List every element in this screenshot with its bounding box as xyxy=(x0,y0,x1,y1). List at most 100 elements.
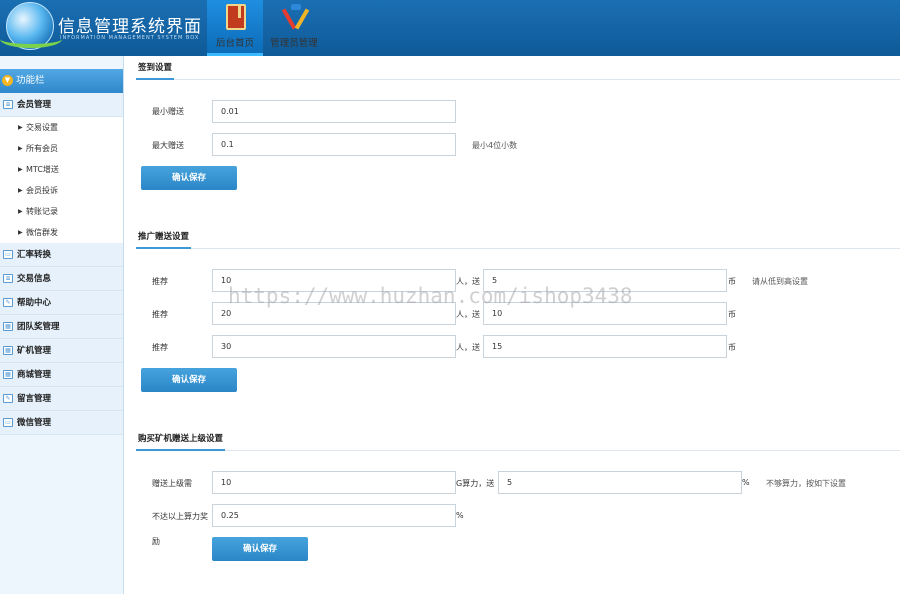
promo-coins-input-3[interactable] xyxy=(483,335,727,358)
sidebar-group-team-bonus[interactable]: ▦ 团队奖管理 xyxy=(0,315,123,339)
promo-mid-label: 人，送 xyxy=(456,310,480,319)
sidebar-group-help[interactable]: ✎ 帮助中心 xyxy=(0,291,123,315)
sidebar-item-label: 转账记录 xyxy=(26,207,58,216)
sidebar-group-exchange[interactable]: ▭ 汇率转换 xyxy=(0,243,123,267)
section-title-miner: 购买矿机赠送上级设置 xyxy=(136,427,900,451)
caret-right-icon: ▶ xyxy=(18,145,23,152)
promo-people-input-3[interactable] xyxy=(212,335,456,358)
list-icon: ≡ xyxy=(3,274,13,283)
sidebar-item-all-members[interactable]: ▶ 所有会员 xyxy=(0,138,123,159)
app-title: 信息管理系统界面 xyxy=(58,17,202,37)
miner-required-label: 赠送上级需 xyxy=(152,479,192,488)
promo-mid-label: 人，送 xyxy=(456,277,480,286)
section-title-text: 购买矿机赠送上级设置 xyxy=(136,427,226,451)
sidebar-item-label: MTC增送 xyxy=(26,165,59,174)
chat-icon: ▭ xyxy=(3,250,13,259)
miner-fallback-label-cont: 励 xyxy=(152,537,160,546)
sidebar-header-label: 功能栏 xyxy=(16,75,45,86)
miner-fallback-unit: % xyxy=(456,511,464,520)
edit-icon: ✎ xyxy=(3,298,13,307)
logo: 信息管理系统界面 INFORMATION MANAGEMENT SYSTEM B… xyxy=(0,0,205,56)
sidebar-group-members[interactable]: ≡ 会员管理 xyxy=(0,93,123,117)
top-header: 信息管理系统界面 INFORMATION MANAGEMENT SYSTEM B… xyxy=(0,0,900,56)
promo-unit-label: 币 xyxy=(728,343,736,352)
tab-home[interactable]: 后台首页 xyxy=(207,0,263,56)
promo-coins-input-1[interactable] xyxy=(483,269,727,292)
edit-icon: ✎ xyxy=(3,394,13,403)
save-sign-button[interactable]: 确认保存 xyxy=(141,166,237,190)
promo-row-label: 推荐 xyxy=(152,343,168,352)
max-gift-label: 最大赠送 xyxy=(152,141,184,150)
caret-right-icon: ▶ xyxy=(18,166,23,173)
sidebar-group-label: 汇率转换 xyxy=(17,250,52,260)
sidebar-item-transfers[interactable]: ▶ 转账记录 xyxy=(0,201,123,222)
sidebar-group-wechat[interactable]: ▭ 微信管理 xyxy=(0,411,123,435)
promo-unit-label: 币 xyxy=(728,310,736,319)
app-subtitle: INFORMATION MANAGEMENT SYSTEM BOX xyxy=(60,35,200,41)
miner-percent-input[interactable] xyxy=(498,471,742,494)
sidebar-item-complaints[interactable]: ▶ 会员投诉 xyxy=(0,180,123,201)
sidebar-group-label: 团队奖管理 xyxy=(17,322,60,332)
logo-swoosh xyxy=(0,30,62,48)
tab-admin[interactable]: 管理员管理 xyxy=(266,0,322,56)
min-gift-label: 最小赠送 xyxy=(152,107,184,116)
promo-mid-label: 人，送 xyxy=(456,343,480,352)
chat-icon: ▭ xyxy=(3,418,13,427)
sidebar: ▼ 功能栏 ≡ 会员管理 ▶ 交易设置 ▶ 所有会员 ▶ MTC增送 ▶ 会员投诉 ▶ 转… xyxy=(0,56,124,594)
promo-unit-label: 币 xyxy=(728,277,736,286)
calendar-icon: ▦ xyxy=(3,346,13,355)
chevron-down-icon: ▼ xyxy=(2,75,13,86)
sidebar-group-label: 微信管理 xyxy=(17,418,52,428)
tools-icon xyxy=(281,4,310,30)
miner-mid-label: G算力，送 xyxy=(456,479,495,488)
sidebar-item-label: 所有会员 xyxy=(26,144,58,153)
save-promo-button[interactable]: 确认保存 xyxy=(141,368,237,392)
sidebar-group-shop[interactable]: ▦ 商城管理 xyxy=(0,363,123,387)
tab-home-label: 后台首页 xyxy=(215,38,254,49)
sidebar-group-label: 会员管理 xyxy=(17,100,52,110)
miner-unit-label: % xyxy=(742,478,750,487)
main-content: 签到设置 最小赠送 最大赠送 最小4位小数 确认保存 推广赠送设置 推荐 人，送… xyxy=(136,56,900,594)
promo-row-label: 推荐 xyxy=(152,310,168,319)
miner-power-input[interactable] xyxy=(212,471,456,494)
sidebar-item-mtc-gift[interactable]: ▶ MTC增送 xyxy=(0,159,123,180)
miner-power-hint: 不够算力，按如下设置 xyxy=(766,479,846,488)
sidebar-group-messages[interactable]: ✎ 留言管理 xyxy=(0,387,123,411)
promo-order-hint: 请从低到高设置 xyxy=(752,277,808,286)
promo-coins-input-2[interactable] xyxy=(483,302,727,325)
sidebar-group-trade-info[interactable]: ≡ 交易信息 xyxy=(0,267,123,291)
sidebar-group-label: 留言管理 xyxy=(17,394,52,404)
promo-people-input-1[interactable] xyxy=(212,269,456,292)
sidebar-item-label: 微信群发 xyxy=(26,228,58,237)
sidebar-item-trade-settings[interactable]: ▶ 交易设置 xyxy=(0,117,123,138)
sidebar-item-label: 会员投诉 xyxy=(26,186,58,195)
calendar-icon: ▦ xyxy=(3,322,13,331)
sidebar-group-label: 商城管理 xyxy=(17,370,52,380)
sidebar-group-label: 交易信息 xyxy=(17,274,52,284)
section-title-sign: 签到设置 xyxy=(136,56,900,80)
promo-people-input-2[interactable] xyxy=(212,302,456,325)
calendar-icon: ▦ xyxy=(3,370,13,379)
sidebar-group-miners[interactable]: ▦ 矿机管理 xyxy=(0,339,123,363)
section-title-promo: 推广赠送设置 xyxy=(136,225,900,249)
min-gift-input[interactable] xyxy=(212,100,456,123)
save-miner-button[interactable]: 确认保存 xyxy=(212,537,308,561)
caret-right-icon: ▶ xyxy=(18,124,23,131)
decimal-hint: 最小4位小数 xyxy=(472,141,518,150)
section-title-text: 推广赠送设置 xyxy=(136,225,192,249)
promo-row-label: 推荐 xyxy=(152,277,168,286)
sidebar-item-label: 交易设置 xyxy=(26,123,58,132)
sidebar-group-label: 矿机管理 xyxy=(17,346,52,356)
max-gift-input[interactable] xyxy=(212,133,456,156)
sidebar-item-wechat-broadcast[interactable]: ▶ 微信群发 xyxy=(0,222,123,243)
caret-right-icon: ▶ xyxy=(18,187,23,194)
list-icon: ≡ xyxy=(3,100,13,109)
sidebar-group-label: 帮助中心 xyxy=(17,298,52,308)
miner-fallback-input[interactable] xyxy=(212,504,456,527)
caret-right-icon: ▶ xyxy=(18,208,23,215)
sidebar-header[interactable]: ▼ 功能栏 xyxy=(0,69,123,93)
book-icon xyxy=(226,4,246,30)
miner-fallback-label: 不达以上算力奖 xyxy=(152,512,208,521)
section-title-text: 签到设置 xyxy=(136,56,175,80)
tab-admin-label: 管理员管理 xyxy=(270,38,318,49)
